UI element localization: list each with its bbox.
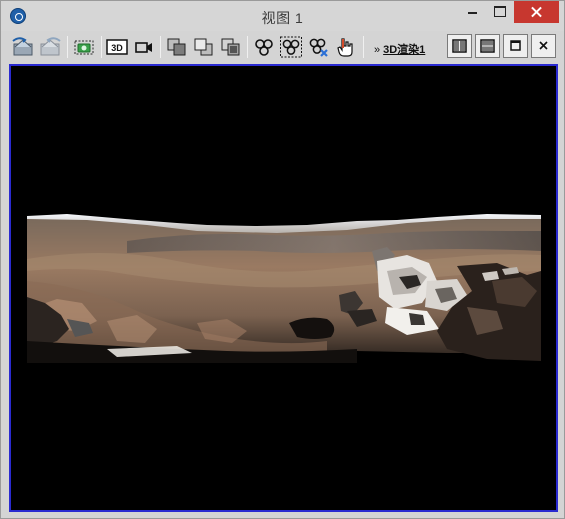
- single-view-button[interactable]: [503, 34, 528, 58]
- split-vertical-button[interactable]: [447, 34, 472, 58]
- close-view-icon: [539, 41, 548, 50]
- group-nodes-button[interactable]: [252, 35, 276, 59]
- toolbar-separator: [101, 36, 102, 58]
- remove-nodes-button[interactable]: [306, 35, 330, 59]
- panorama-render: [27, 214, 541, 363]
- toolbar-separator: [67, 36, 68, 58]
- select-nodes-button[interactable]: [279, 35, 303, 59]
- hand-pointer-icon: [337, 38, 353, 57]
- 3d-viewport[interactable]: [9, 64, 558, 512]
- pan-right-view-icon: [40, 37, 61, 56]
- toolbar-separator: [160, 36, 161, 58]
- toolbar: 3D » 3D渲染1: [8, 33, 559, 63]
- 3d-render-label: 3D渲染1: [383, 44, 426, 56]
- panorama-image[interactable]: [27, 211, 541, 363]
- 3d-render-link[interactable]: » 3D渲染1: [374, 41, 425, 57]
- bring-to-front-icon: [167, 38, 186, 56]
- maximize-button[interactable]: [486, 1, 512, 23]
- split-vertical-icon: [452, 39, 467, 53]
- record-video-button[interactable]: [132, 35, 156, 59]
- stack-layers-button[interactable]: [219, 35, 243, 59]
- video-camera-icon: [135, 42, 152, 53]
- title-bar[interactable]: 视图 1: [1, 1, 564, 31]
- pan-right-view-button[interactable]: [38, 35, 62, 59]
- pan-left-view-icon: [12, 37, 33, 56]
- minimize-button[interactable]: [459, 1, 485, 23]
- hand-pointer-button[interactable]: [333, 35, 357, 59]
- snapshot-button[interactable]: [72, 35, 96, 59]
- 3d-view-icon: 3D: [106, 39, 128, 55]
- 3d-view-button[interactable]: 3D: [105, 35, 129, 59]
- split-horizontal-button[interactable]: [475, 34, 500, 58]
- chevron-right-icon: »: [374, 44, 381, 56]
- toolbar-separator: [363, 36, 364, 58]
- stack-layers-icon: [221, 38, 240, 56]
- bring-to-front-button[interactable]: [165, 35, 189, 59]
- pan-left-view-button[interactable]: [11, 35, 35, 59]
- single-view-icon: [510, 40, 521, 51]
- group-nodes-icon: [255, 39, 273, 56]
- select-nodes-icon: [280, 36, 302, 58]
- send-to-back-button[interactable]: [192, 35, 216, 59]
- close-view-button[interactable]: [531, 34, 556, 58]
- toolbar-separator: [247, 36, 248, 58]
- remove-nodes-icon: [309, 38, 328, 57]
- snapshot-camera-icon: [74, 40, 94, 55]
- view-window: 视图 1 3D » 3D渲染1: [0, 0, 565, 519]
- svg-text:3D: 3D: [111, 43, 123, 53]
- send-to-back-icon: [194, 38, 213, 56]
- close-window-button[interactable]: [514, 1, 559, 23]
- split-horizontal-icon: [480, 39, 495, 53]
